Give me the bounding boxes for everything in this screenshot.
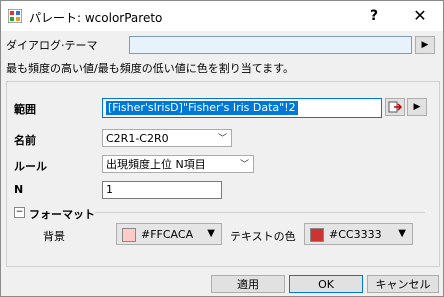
theme-menu-button[interactable]: ▶ [415, 36, 435, 54]
rule-value: 出現頻度上位 N項目 [106, 158, 206, 171]
text-color-label: テキストの色 [230, 230, 296, 243]
dialog-window: パレート: wcolorPareto ? ✕ ダイアログ·テーマ ▶ 最も頻度の… [0, 0, 444, 297]
collapse-icon[interactable]: − [14, 207, 25, 218]
app-icon [8, 9, 22, 23]
ok-button[interactable]: OK [289, 275, 363, 293]
caret-down-icon: ▼ [398, 228, 406, 239]
background-label: 背景 [43, 230, 65, 243]
theme-combobox[interactable] [129, 36, 412, 54]
range-select-icon[interactable] [385, 98, 405, 116]
name-label: 名前 [14, 134, 36, 147]
rule-label: ルール [14, 160, 47, 173]
caret-down-icon: ▼ [207, 228, 215, 239]
close-button[interactable]: ✕ [397, 1, 443, 31]
section-divider [95, 212, 425, 213]
title-bar: パレート: wcolorPareto ? ✕ [1, 1, 443, 31]
description-text: 最も頻度の高い値/最も頻度の低い値に色を割り当てます。 [6, 62, 295, 75]
chevron-down-icon: ﹀ [217, 134, 227, 144]
chevron-down-icon: ﹀ [239, 160, 249, 170]
name-combobox[interactable]: C2R1-C2R0 ﹀ [102, 129, 232, 147]
theme-label: ダイアログ·テーマ [6, 39, 98, 52]
background-color-combobox[interactable]: #FFCACA ▼ [116, 223, 222, 245]
cancel-button[interactable]: キャンセル [367, 275, 439, 293]
name-value: C2R1-C2R0 [106, 132, 169, 145]
text-color-value: #CC3333 [329, 228, 382, 241]
format-section-label: フォーマット [29, 208, 95, 221]
help-button[interactable]: ? [351, 1, 397, 31]
background-swatch [122, 228, 136, 242]
range-value: [Fisher'sIrisD]"Fisher's Iris Data"!2 [106, 101, 298, 115]
range-label: 範囲 [14, 103, 36, 116]
range-more-button[interactable]: ▶ [407, 98, 427, 116]
window-title: パレート: wcolorPareto [29, 11, 163, 25]
n-label: N [14, 183, 24, 196]
background-color-value: #FFCACA [141, 228, 194, 241]
n-input[interactable]: 1 [102, 181, 222, 199]
rule-combobox[interactable]: 出現頻度上位 N項目 ﹀ [102, 155, 254, 173]
text-color-swatch [310, 228, 324, 242]
apply-button[interactable]: 適用 [211, 275, 285, 293]
range-input[interactable]: [Fisher'sIrisD]"Fisher's Iris Data"!2 [102, 98, 382, 118]
text-color-combobox[interactable]: #CC3333 ▼ [304, 223, 413, 245]
